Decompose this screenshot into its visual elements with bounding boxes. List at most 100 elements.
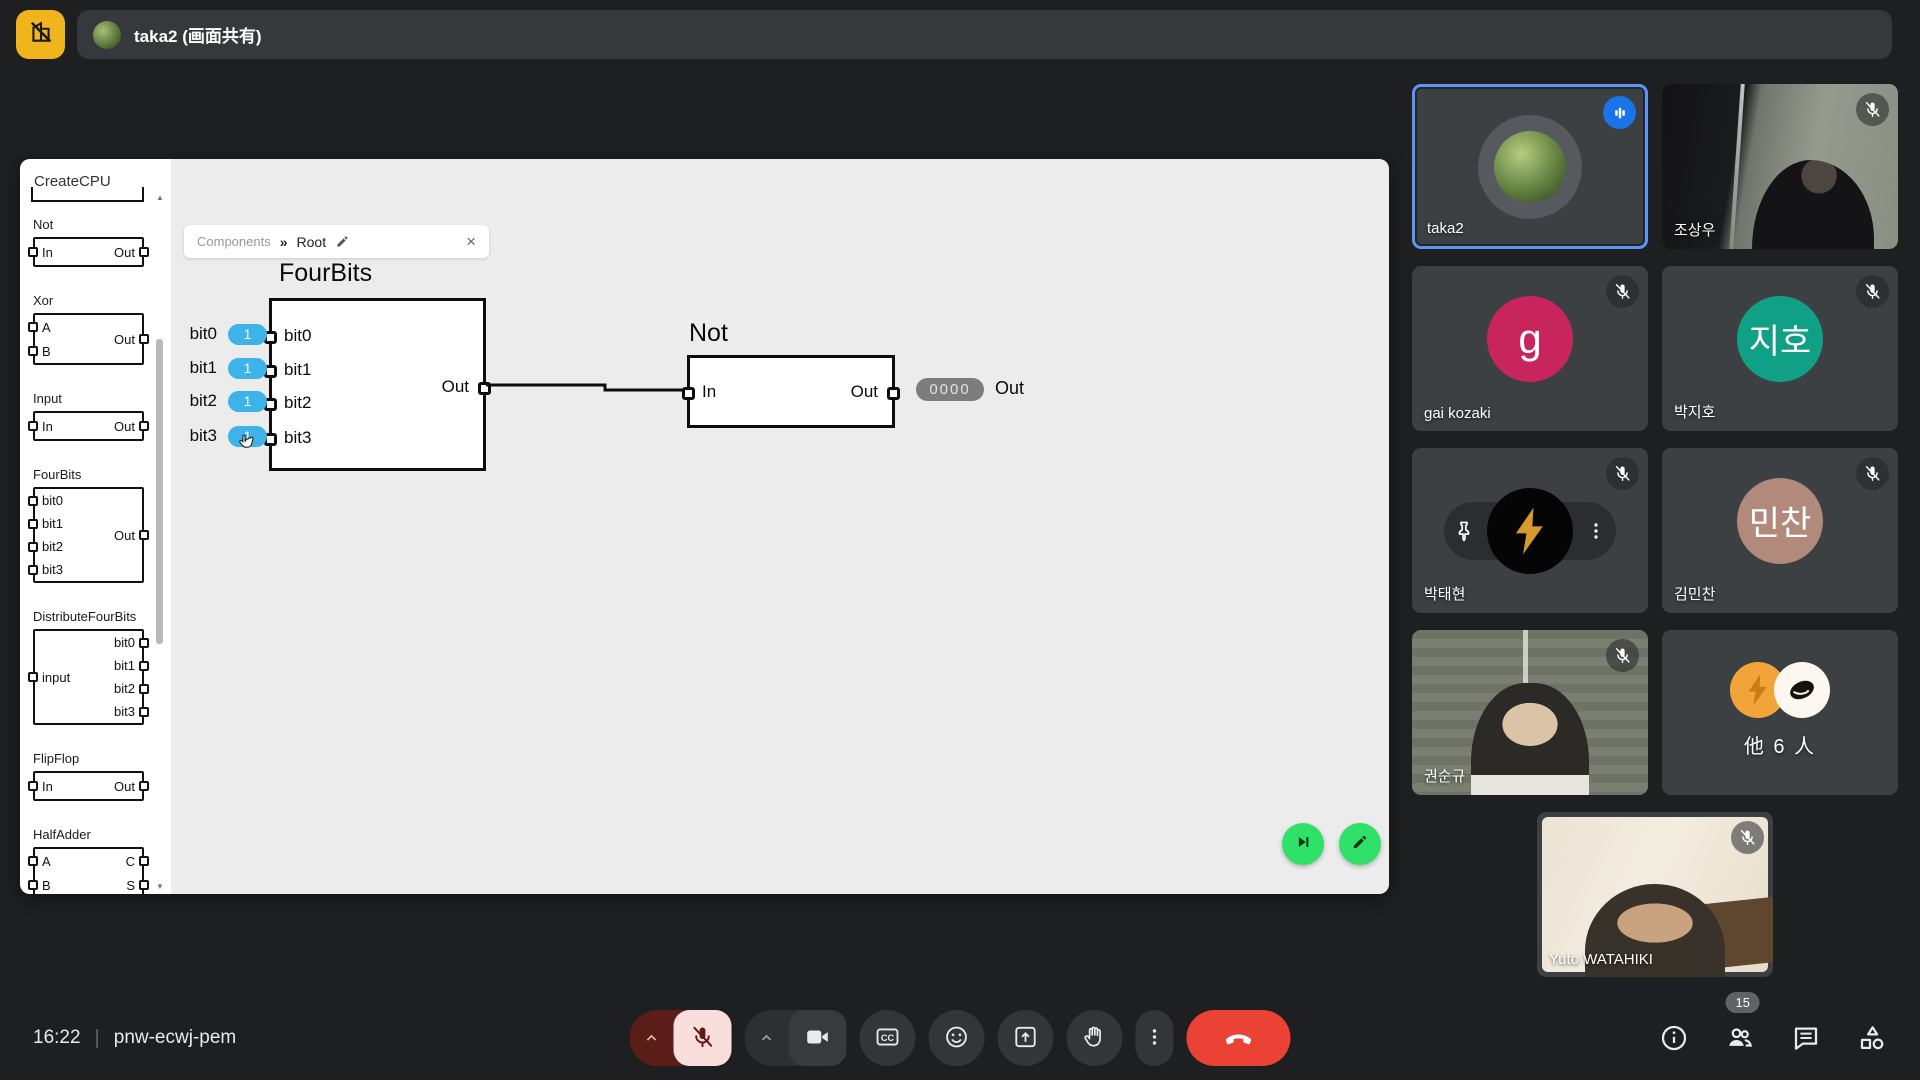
meeting-details-button[interactable] [1659, 1023, 1689, 1053]
raise-hand-button[interactable] [1067, 1010, 1123, 1066]
camera-options-chevron-icon[interactable] [745, 1028, 789, 1048]
scrollbar-thumb[interactable] [156, 339, 163, 644]
reactions-button[interactable] [929, 1010, 985, 1066]
port-label: Out [851, 382, 878, 402]
port-in[interactable] [682, 387, 695, 400]
palette-component-name: Xor [33, 293, 155, 308]
port-label: A [42, 854, 51, 869]
not-block[interactable]: In Out [687, 355, 895, 428]
sidebar-scrollbar[interactable]: ▲ ▼ [155, 193, 165, 891]
port-bit1-pin [139, 661, 149, 671]
avatar [1494, 131, 1566, 203]
close-icon[interactable]: × [466, 232, 476, 252]
bit-value-toggle-bit2[interactable]: 1 [228, 391, 267, 412]
port-label: In [702, 382, 716, 402]
pin-icon[interactable] [1452, 519, 1476, 543]
google-meet-window: taka2 (画面共有) CreateCPU NotInOutXorABOutI… [0, 0, 1920, 1080]
tile-more-options-icon[interactable] [1584, 519, 1608, 543]
camera-group [745, 1010, 847, 1066]
more-vertical-icon [1143, 1025, 1167, 1052]
port-out-pin [139, 530, 149, 540]
palette-component-xor[interactable]: XorABOut [33, 293, 155, 365]
participant-tile-kim-minchan[interactable]: 민찬김민찬 [1662, 448, 1898, 613]
breadcrumb-section[interactable]: Components [197, 234, 271, 249]
palette-component-fourbits[interactable]: FourBitsbit0bit1bit2bit3Out [33, 467, 155, 583]
port-label: A [42, 320, 51, 335]
mic-options-chevron-icon[interactable] [630, 1028, 674, 1048]
building-disabled-icon [28, 19, 54, 50]
mic-muted-button[interactable] [674, 1010, 732, 1066]
participant-name: 他 6 人 [1662, 730, 1898, 759]
breadcrumb: Components » Root × [184, 225, 489, 258]
palette-component-distributefourbits[interactable]: DistributeFourBitsinputbit0bit1bit2bit3 [33, 609, 155, 725]
camera-button[interactable] [789, 1010, 847, 1066]
presentation-mode-button[interactable] [16, 10, 65, 59]
participant-name: gai kozaki [1424, 405, 1491, 422]
circuit-canvas[interactable]: Components » Root × FourBits bit0 bit1 [171, 159, 1389, 894]
mic-muted-icon [1856, 93, 1889, 126]
participant-count-badge: 15 [1726, 992, 1760, 1013]
port-label: S [126, 878, 135, 893]
captions-button[interactable]: CC [860, 1010, 916, 1066]
participants-button[interactable]: 15 [1725, 1023, 1755, 1053]
mic-muted-icon [1856, 275, 1889, 308]
mic-muted-icon [1606, 639, 1639, 672]
scroll-up-icon[interactable]: ▲ [155, 193, 165, 202]
step-button[interactable] [1282, 823, 1324, 865]
port-out[interactable] [887, 387, 900, 400]
edit-mode-button[interactable] [1339, 823, 1381, 865]
bit-value-toggle-bit0[interactable]: 1 [228, 324, 267, 345]
participant-name: 조상우 [1674, 219, 1715, 240]
port-input-pin [28, 672, 38, 682]
palette-component-name: Input [33, 391, 155, 406]
participant-tile-kwon-sungyu[interactable]: 권순규 [1412, 630, 1648, 795]
bit-value-toggle-bit1[interactable]: 1 [228, 358, 267, 379]
output-value-pill: 0000 [916, 378, 984, 401]
scroll-down-icon[interactable]: ▼ [155, 882, 165, 891]
input-name: bit3 [179, 426, 217, 446]
port-s-pin [139, 880, 149, 890]
port-out[interactable] [478, 382, 491, 395]
breadcrumb-separator-icon: » [280, 234, 288, 250]
palette-component-not[interactable]: NotInOut [33, 217, 155, 267]
participant-tile-taka2[interactable]: taka2 [1412, 84, 1648, 249]
breadcrumb-current[interactable]: Root [297, 234, 327, 250]
palette-component-input[interactable]: InputInOut [33, 391, 155, 441]
port-out-pin [139, 247, 149, 257]
port-label: bit0 [42, 493, 63, 508]
participant-tile-jo-sangwoo[interactable]: 조상우 [1662, 84, 1898, 249]
participant-tile-yuto-watahiki[interactable]: Yuto WATAHIKI [1537, 812, 1773, 977]
port-label: Out [114, 332, 135, 347]
port-label: bit3 [284, 428, 311, 448]
participant-tile-park-taehyun[interactable]: 박태현 [1412, 448, 1648, 613]
svg-text:CC: CC [881, 1032, 895, 1042]
participant-tile-park-jiho[interactable]: 지호박지호 [1662, 266, 1898, 431]
info-icon [1659, 1040, 1689, 1057]
port-label: bit3 [42, 562, 63, 577]
chat-button[interactable] [1791, 1023, 1821, 1053]
smiley-icon [944, 1024, 970, 1053]
port-bit2-pin [28, 542, 38, 552]
activities-button[interactable] [1857, 1023, 1887, 1053]
port-out-pin [139, 334, 149, 344]
input-name: bit2 [179, 391, 217, 411]
end-call-button[interactable] [1187, 1010, 1291, 1066]
camera-icon [805, 1024, 831, 1053]
microphone-group [630, 1010, 732, 1066]
avatar-initial: 지호 [1737, 296, 1823, 382]
present-screen-button[interactable] [998, 1010, 1054, 1066]
end-call-icon [1224, 1022, 1254, 1055]
participant-tile-gai-kozaki[interactable]: g gai kozaki [1412, 266, 1648, 431]
edit-pencil-icon[interactable] [335, 234, 350, 249]
port-label: bit2 [284, 393, 311, 413]
participant-tile-overflow[interactable]: 他 6 人 [1662, 630, 1898, 795]
participant-name: 권순규 [1424, 765, 1465, 786]
port-label: bit3 [114, 704, 135, 719]
more-options-button[interactable] [1136, 1010, 1174, 1066]
fourbits-block[interactable]: bit0 bit1 bit2 bit3 Out [269, 298, 486, 471]
port-bit2-pin [139, 684, 149, 694]
palette-component-flipflop[interactable]: FlipFlopInOut [33, 751, 155, 801]
palette-component-name: FourBits [33, 467, 155, 482]
avatar-initial: g [1487, 296, 1573, 382]
palette-component-halfadder[interactable]: HalfAdderABCS [33, 827, 155, 894]
